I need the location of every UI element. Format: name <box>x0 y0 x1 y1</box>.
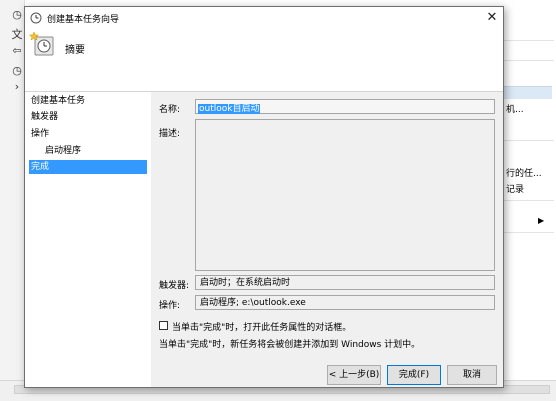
left-toolbar-strip: ◷ 文 ⇦ ◷ › <box>0 0 25 400</box>
pane-divider <box>502 140 554 141</box>
dialog-title-bar[interactable]: 创建基本任务向导 ✕ <box>25 7 503 29</box>
actions-pane: 机... 行的任... 记录 ▶ <box>502 0 556 400</box>
clock-icon: ◷ <box>12 8 22 21</box>
wizard-header: 摘要 <box>25 29 503 92</box>
actions-item[interactable]: 记录 <box>506 182 524 195</box>
wizard-steps-panel: 创建基本任务 触发器 操作 启动程序 完成 <box>25 92 151 387</box>
menu-file-label[interactable]: 文 <box>10 28 24 42</box>
open-properties-checkbox[interactable] <box>159 321 168 330</box>
trigger-value: 启动时；在系统启动时 <box>195 275 495 290</box>
pane-divider <box>502 40 554 41</box>
description-field[interactable] <box>195 119 495 271</box>
actions-pane-header <box>502 86 552 99</box>
action-value: 启动程序; e:\outlook.exe <box>195 295 495 310</box>
step-finish[interactable]: 完成 <box>29 160 147 174</box>
actions-item[interactable]: 行的任... <box>506 166 542 179</box>
actions-item[interactable]: 机... <box>506 102 524 115</box>
task-wizard-icon <box>29 31 54 56</box>
close-button[interactable]: ✕ <box>483 9 501 27</box>
step-action[interactable]: 操作 <box>29 127 147 141</box>
finish-info-text: 当单击"完成"时，新任务将会被创建并添加到 Windows 计划中。 <box>159 340 421 350</box>
step-trigger[interactable]: 触发器 <box>29 110 147 124</box>
dialog-title: 创建基本任务向导 <box>47 15 120 25</box>
pane-divider <box>502 232 554 233</box>
description-label: 描述: <box>159 129 181 139</box>
back-button[interactable]: < 上一步(B) <box>327 365 381 385</box>
page-title: 摘要 <box>65 45 85 56</box>
back-arrow-icon[interactable]: ⇦ <box>10 44 24 58</box>
pane-divider <box>502 200 554 201</box>
action-label: 操作: <box>159 301 181 311</box>
name-label: 名称: <box>159 105 181 115</box>
clock-small-icon: ◷ <box>12 64 22 77</box>
finish-button[interactable]: 完成(F) <box>387 365 441 385</box>
name-value: outlook自启动 <box>198 104 261 114</box>
trigger-label: 触发器: <box>159 281 190 291</box>
cancel-button[interactable]: 取消 <box>447 365 497 385</box>
step-create-basic-task[interactable]: 创建基本任务 <box>29 94 147 108</box>
task-clock-icon <box>30 12 42 24</box>
submenu-arrow-icon[interactable]: ▶ <box>538 216 544 225</box>
expand-chevron-icon[interactable]: › <box>10 80 24 94</box>
create-basic-task-dialog: 创建基本任务向导 ✕ 摘要 创建基本任务 触发器 操作 启动程序 完成 名称: … <box>24 6 504 388</box>
pane-divider <box>502 60 554 61</box>
open-properties-checkbox-label[interactable]: 当单击"完成"时，打开此任务属性的对话框。 <box>172 320 351 333</box>
step-start-program[interactable]: 启动程序 <box>29 144 147 158</box>
name-field[interactable]: outlook自启动 <box>195 99 495 114</box>
